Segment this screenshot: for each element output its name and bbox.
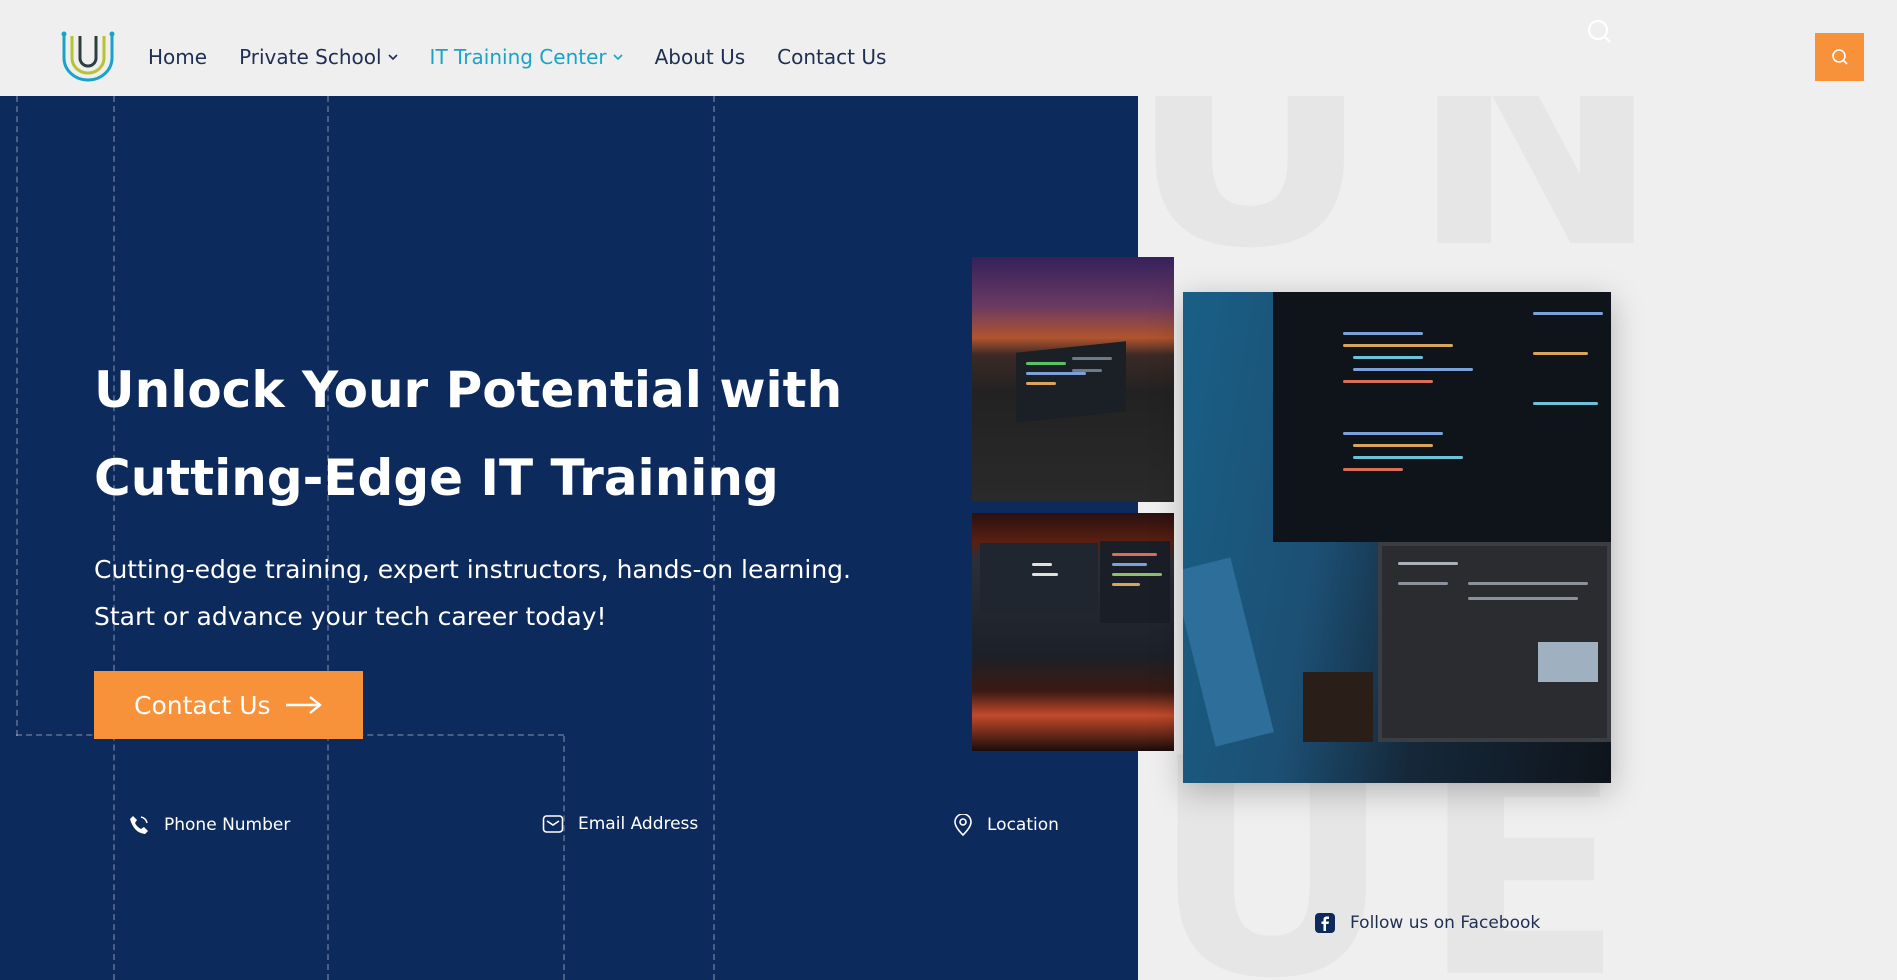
hero-subtitle-line: Cutting-edge training, expert instructor…	[94, 555, 851, 584]
email-label: Email Address	[578, 814, 699, 834]
hero-title: Unlock Your Potential with Cutting-Edge …	[94, 346, 954, 522]
dashed-grid-line	[327, 96, 329, 980]
email-info[interactable]: Email Address	[542, 814, 698, 834]
hero-subtitle-line: Start or advance your tech career today!	[94, 602, 607, 631]
nav-item-about-us[interactable]: About Us	[655, 45, 746, 69]
phone-label: Phone Number	[164, 815, 291, 835]
arrow-right-icon	[285, 696, 322, 714]
hero-title-line: Cutting-Edge IT Training	[94, 449, 779, 507]
facebook-label: Follow us on Facebook	[1350, 913, 1541, 933]
location-label: Location	[987, 815, 1059, 835]
nav-item-label: Home	[148, 45, 208, 69]
dashed-grid-line	[563, 736, 565, 980]
chevron-down-icon	[613, 54, 623, 61]
nav-item-label: IT Training Center	[429, 45, 607, 69]
nav-item-label: Private School	[239, 45, 382, 69]
main-nav: Home Private School IT Training Center A…	[148, 0, 886, 114]
email-icon	[542, 815, 564, 833]
phone-info[interactable]: Phone Number	[128, 814, 290, 836]
contact-us-button[interactable]: Contact Us	[94, 671, 363, 739]
hero-section: Unlock Your Potential with Cutting-Edge …	[0, 96, 1138, 980]
nav-item-private-school[interactable]: Private School	[239, 45, 398, 69]
nav-item-label: Contact Us	[777, 45, 887, 69]
search-icon[interactable]	[1586, 18, 1612, 44]
laptop-code-workspace-image	[1183, 292, 1611, 783]
location-pin-icon	[954, 814, 972, 836]
dashed-grid-line	[713, 96, 715, 980]
search-icon	[1831, 49, 1848, 65]
dashed-grid-line	[16, 96, 18, 736]
multi-monitor-setup-image	[972, 513, 1174, 751]
hero-subtitle: Cutting-edge training, expert instructor…	[94, 546, 994, 640]
dashed-grid-line	[113, 96, 115, 980]
location-info[interactable]: Location	[953, 814, 1059, 836]
nav-item-it-training-center[interactable]: IT Training Center	[430, 45, 623, 69]
site-header: Home Private School IT Training Center A…	[0, 0, 1897, 96]
facebook-link[interactable]: Follow us on Facebook	[1314, 912, 1540, 934]
hero-title-line: Unlock Your Potential with	[94, 361, 843, 419]
logo-u-icon[interactable]	[58, 28, 118, 84]
search-button[interactable]	[1815, 33, 1864, 81]
nav-item-home[interactable]: Home	[148, 45, 207, 69]
contact-us-button-label: Contact Us	[134, 690, 271, 720]
nav-item-contact-us[interactable]: Contact Us	[777, 45, 886, 69]
chevron-down-icon	[387, 54, 398, 61]
phone-icon	[130, 816, 148, 834]
nav-item-label: About Us	[654, 45, 746, 69]
coding-desk-night-image	[972, 257, 1174, 502]
facebook-icon	[1315, 913, 1335, 933]
